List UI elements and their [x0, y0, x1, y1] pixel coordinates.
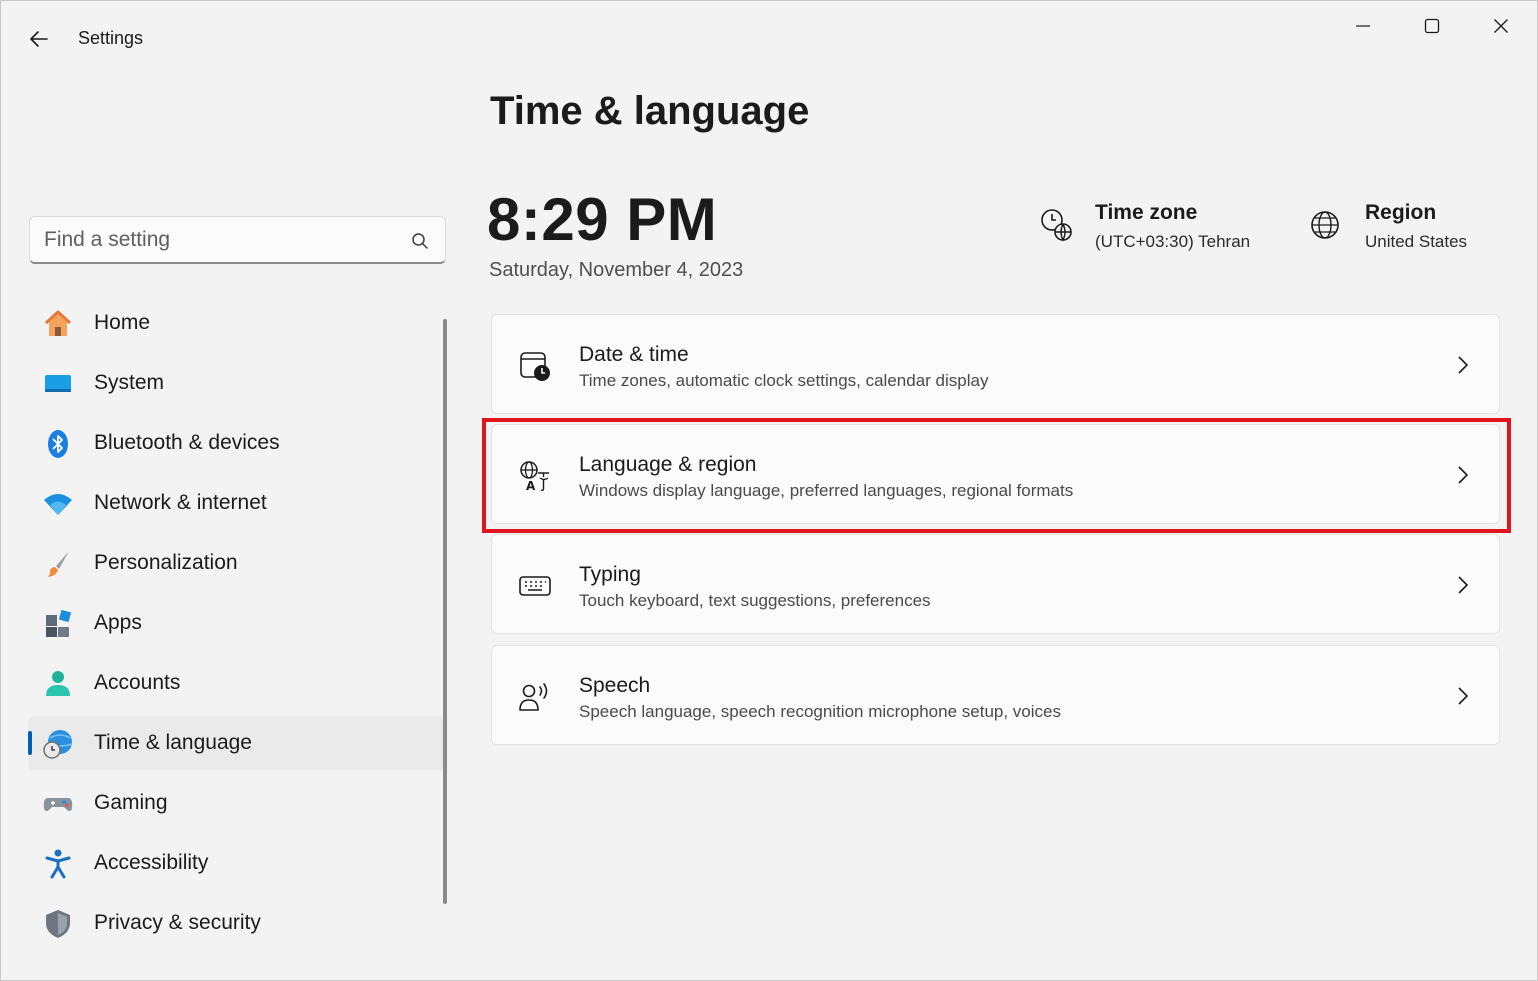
language-region-card[interactable]: A Language & region Windows display lang… — [491, 424, 1500, 524]
sidebar-nav: Home System Bluetooth & devices Network … — [28, 296, 445, 956]
accounts-icon — [42, 668, 74, 700]
sidebar-item-label: Bluetooth & devices — [94, 431, 280, 454]
sidebar-item-accounts[interactable]: Accounts — [28, 656, 445, 710]
bluetooth-icon — [42, 428, 74, 460]
sidebar-item-label: Home — [94, 311, 151, 334]
chevron-right-icon — [1458, 687, 1469, 705]
current-date: Saturday, November 4, 2023 — [489, 259, 744, 281]
sidebar-item-home[interactable]: Home — [28, 296, 445, 350]
search-input[interactable] — [44, 217, 404, 263]
current-time: 8:29 PM — [487, 186, 718, 253]
keyboard-icon — [519, 576, 551, 596]
card-title: Typing — [579, 563, 641, 586]
card-description: Touch keyboard, text suggestions, prefer… — [579, 591, 931, 610]
maximize-button[interactable] — [1398, 1, 1466, 51]
accessibility-icon — [42, 848, 74, 880]
sidebar-item-accessibility[interactable]: Accessibility — [28, 836, 445, 890]
globe-icon — [1311, 211, 1339, 239]
maximize-icon — [1424, 18, 1440, 34]
network-icon — [42, 488, 74, 520]
sidebar-item-label: System — [94, 371, 165, 394]
card-title: Language & region — [579, 453, 757, 476]
globe-clock-icon — [42, 728, 74, 760]
gamepad-icon — [42, 788, 74, 820]
card-description: Time zones, automatic clock settings, ca… — [579, 371, 989, 390]
sidebar-scrollbar[interactable] — [443, 319, 447, 904]
sidebar-item-privacy[interactable]: Privacy & security — [28, 896, 445, 950]
page-title: Time & language — [490, 89, 810, 133]
sidebar-item-bluetooth[interactable]: Bluetooth & devices — [28, 416, 445, 470]
sidebar-item-label: Apps — [94, 611, 142, 634]
card-title: Date & time — [579, 343, 689, 366]
sidebar-item-label: Accessibility — [94, 851, 209, 874]
svg-text:A: A — [526, 479, 536, 493]
typing-card[interactable]: Typing Touch keyboard, text suggestions,… — [491, 534, 1500, 634]
settings-window: Settings Find a setting Home System Blue… — [0, 0, 1538, 981]
search-icon[interactable] — [410, 231, 430, 251]
sidebar-item-label: Gaming — [94, 791, 168, 814]
app-title: Settings — [78, 28, 144, 48]
search-box — [29, 216, 446, 264]
date-time-card[interactable]: Date & time Time zones, automatic clock … — [491, 314, 1500, 414]
apps-icon — [42, 608, 74, 640]
back-button[interactable] — [21, 21, 57, 57]
sidebar-item-apps[interactable]: Apps — [28, 596, 445, 650]
sidebar-item-label: Privacy & security — [94, 911, 261, 934]
sidebar-item-label: Network & internet — [94, 491, 267, 514]
minimize-button[interactable] — [1329, 1, 1397, 51]
close-icon — [1494, 19, 1508, 33]
minimize-icon — [1356, 25, 1370, 27]
shield-icon — [42, 908, 74, 940]
sidebar-item-label: Personalization — [94, 551, 238, 574]
home-icon — [42, 308, 74, 340]
card-title: Speech — [579, 674, 651, 697]
title-bar: Settings — [1, 1, 1537, 75]
close-button[interactable] — [1467, 1, 1535, 51]
time-zone-label: Time zone — [1095, 201, 1198, 224]
sidebar-item-personalization[interactable]: Personalization — [28, 536, 445, 590]
language-icon: A — [520, 461, 549, 493]
time-zone-icon — [1041, 209, 1072, 242]
chevron-right-icon — [1458, 576, 1469, 594]
sidebar-item-system[interactable]: System — [28, 356, 445, 410]
sidebar-item-label: Accounts — [94, 671, 181, 694]
speech-card[interactable]: Speech Speech language, speech recogniti… — [491, 645, 1500, 745]
chevron-right-icon — [1458, 466, 1469, 484]
sidebar-item-time-language[interactable]: Time & language — [28, 716, 445, 770]
card-description: Windows display language, preferred lang… — [579, 481, 1074, 500]
region-value: United States — [1365, 232, 1468, 251]
chevron-right-icon — [1458, 356, 1469, 374]
arrow-left-icon — [30, 31, 48, 47]
sidebar-item-gaming[interactable]: Gaming — [28, 776, 445, 830]
card-description: Speech language, speech recognition micr… — [579, 702, 1061, 721]
calendar-clock-icon — [520, 352, 550, 381]
sidebar-item-label: Time & language — [94, 731, 252, 754]
sidebar-item-network[interactable]: Network & internet — [28, 476, 445, 530]
region-label: Region — [1365, 201, 1437, 224]
speech-icon — [519, 683, 548, 711]
brush-icon — [42, 548, 74, 580]
system-icon — [42, 368, 74, 400]
time-zone-value: (UTC+03:30) Tehran — [1095, 232, 1251, 251]
